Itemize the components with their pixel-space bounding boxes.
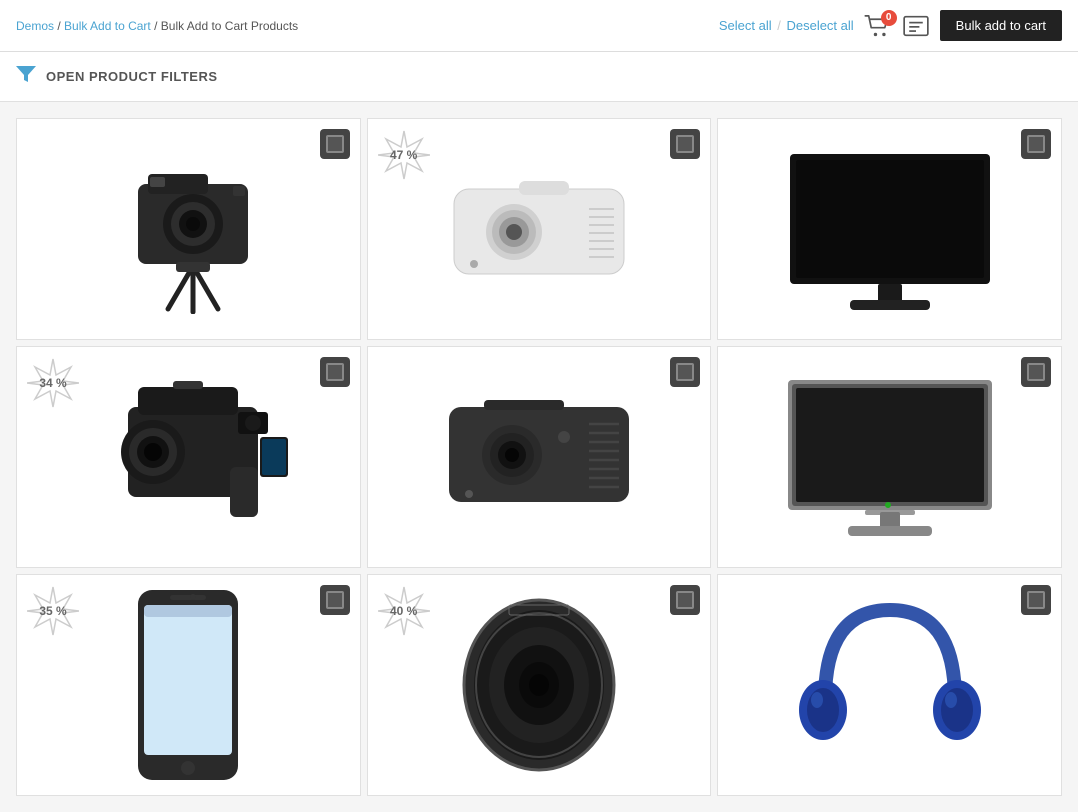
camcorder-svg	[78, 367, 298, 547]
product-card	[16, 118, 361, 340]
product-image-1	[17, 119, 360, 339]
breadcrumb: Demos / Bulk Add to Cart / Bulk Add to C…	[16, 19, 298, 33]
breadcrumb-sep-2: /	[154, 19, 161, 33]
product-image-3	[718, 119, 1061, 339]
product-checkbox-6[interactable]	[1021, 357, 1051, 387]
product-card: 47 %	[367, 118, 712, 340]
discount-badge-8: 40 %	[378, 585, 430, 637]
cart-icon-wrap[interactable]: 0	[864, 15, 892, 37]
filter-icon	[16, 66, 36, 87]
breadcrumb-demos[interactable]: Demos	[16, 19, 54, 33]
product-card	[717, 574, 1062, 796]
product-checkbox-1[interactable]	[320, 129, 350, 159]
filter-label: OPEN PRODUCT FILTERS	[46, 69, 218, 84]
projector-white-svg	[434, 159, 644, 299]
filter-bar[interactable]: OPEN PRODUCT FILTERS	[0, 52, 1078, 102]
lens-svg	[449, 590, 629, 780]
product-card: 34 %	[16, 346, 361, 568]
deselect-all-link[interactable]: Deselect all	[786, 18, 853, 33]
product-image-5	[368, 347, 711, 567]
phone-svg	[128, 585, 248, 785]
product-image-9	[718, 575, 1061, 795]
projector-dark-svg	[434, 382, 644, 532]
cart-badge: 0	[881, 10, 897, 26]
product-image-6	[718, 347, 1061, 567]
badge-text-2: 47 %	[390, 148, 417, 162]
breadcrumb-bulk-cart[interactable]: Bulk Add to Cart	[64, 19, 151, 33]
product-card	[717, 118, 1062, 340]
camera-svg	[88, 144, 288, 314]
product-card: 35 %	[16, 574, 361, 796]
monitor-silver-svg	[780, 372, 1000, 542]
wishlist-icon-wrap[interactable]	[902, 15, 930, 37]
product-checkbox-8[interactable]	[670, 585, 700, 615]
discount-badge-7: 35 %	[27, 585, 79, 637]
product-checkbox-9[interactable]	[1021, 585, 1051, 615]
product-checkbox-4[interactable]	[320, 357, 350, 387]
headphones-svg	[795, 590, 985, 780]
monitor-black-svg	[780, 144, 1000, 314]
select-separator: /	[777, 18, 784, 33]
wishlist-icon	[902, 15, 930, 37]
product-checkbox-7[interactable]	[320, 585, 350, 615]
product-checkbox-3[interactable]	[1021, 129, 1051, 159]
top-bar: Demos / Bulk Add to Cart / Bulk Add to C…	[0, 0, 1078, 52]
products-grid: 47 %	[0, 102, 1078, 812]
product-checkbox-2[interactable]	[670, 129, 700, 159]
top-actions: Select all / Deselect all 0 Bulk add to …	[719, 10, 1062, 41]
discount-badge-2: 47 %	[378, 129, 430, 181]
breadcrumb-current: Bulk Add to Cart Products	[161, 19, 298, 33]
bulk-add-to-cart-button[interactable]: Bulk add to cart	[940, 10, 1062, 41]
select-links: Select all / Deselect all	[719, 18, 854, 33]
badge-text-8: 40 %	[390, 604, 417, 618]
product-card	[717, 346, 1062, 568]
badge-text-4: 34 %	[39, 376, 66, 390]
badge-text-7: 35 %	[39, 604, 66, 618]
product-checkbox-5[interactable]	[670, 357, 700, 387]
product-card	[367, 346, 712, 568]
select-all-link[interactable]: Select all	[719, 18, 772, 33]
discount-badge-4: 34 %	[27, 357, 79, 409]
product-card: 40 %	[367, 574, 712, 796]
